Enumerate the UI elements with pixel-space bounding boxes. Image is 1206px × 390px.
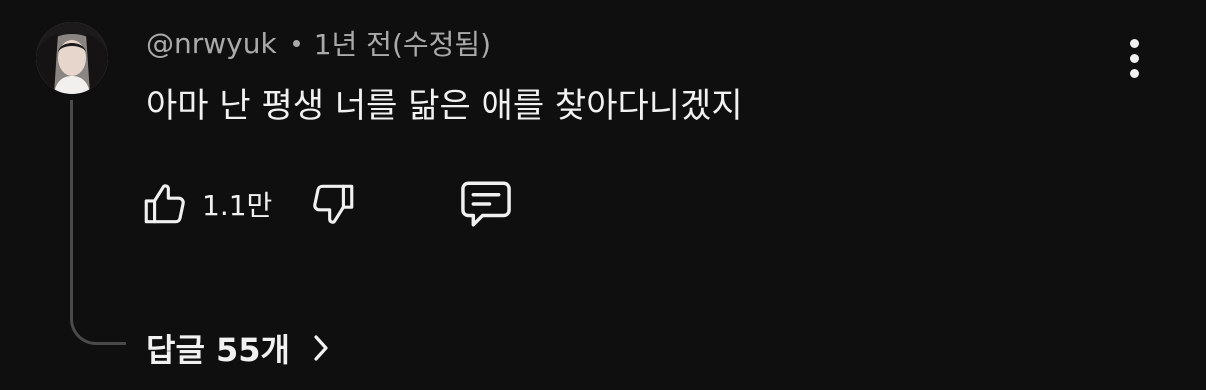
separator-dot	[292, 39, 300, 47]
comment-text: 아마 난 평생 너를 닮은 애를 찾아다니겠지	[146, 86, 743, 126]
reply-button[interactable]	[456, 176, 516, 232]
replies-count-label: 답글 55개	[146, 331, 290, 369]
comment-header: @nrwyuk 1년 전(수정됨)	[146, 22, 491, 64]
comment-timestamp[interactable]: 1년 전(수정됨)	[314, 23, 491, 63]
like-count: 1.1만	[202, 189, 273, 222]
thumbs-down-icon	[313, 184, 354, 224]
dislike-button[interactable]	[308, 176, 358, 232]
comment-icon	[461, 181, 511, 227]
thread-connector-line	[70, 100, 126, 345]
chevron-right-icon	[310, 332, 332, 364]
like-button[interactable]: 1.1만	[140, 176, 272, 232]
more-vertical-icon	[1129, 38, 1139, 48]
avatar[interactable]	[36, 22, 108, 94]
view-replies-button[interactable]: 답글 55개	[146, 322, 332, 374]
author-name[interactable]: @nrwyuk	[146, 27, 277, 60]
more-options-button[interactable]	[1114, 32, 1154, 84]
thumbs-up-icon	[144, 184, 185, 224]
